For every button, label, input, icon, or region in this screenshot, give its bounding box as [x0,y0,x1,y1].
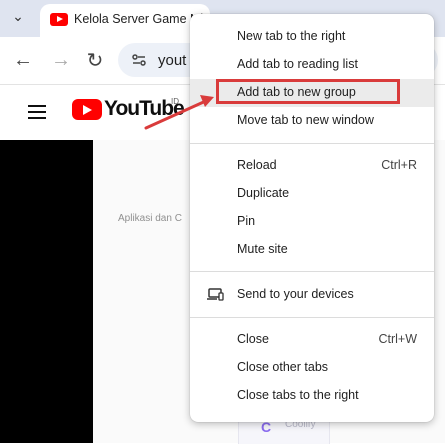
menu-item-add-reading-list[interactable]: Add tab to reading list [190,51,434,79]
back-arrow-icon[interactable]: ← [12,49,34,71]
video-panel [0,140,93,443]
menu-item-close-other-tabs[interactable]: Close other tabs [190,354,434,382]
address-text: yout [158,52,187,69]
menu-item-shortcut: Ctrl+R [381,158,417,172]
menu-item-label: Reload [237,158,277,172]
menu-item-label: Close tabs to the right [237,388,359,402]
menu-separator [190,317,434,318]
menu-item-label: Mute site [237,242,288,256]
menu-item-label: Pin [237,214,256,228]
devices-icon [207,288,224,301]
tab-title: Kelola Server Game Minecraft [74,12,209,26]
menu-item-label: Move tab to new window [237,113,374,127]
menu-item-reload[interactable]: Reload Ctrl+R [190,152,434,180]
tab-search-icon[interactable]: ⌄ [8,6,28,26]
tab-context-menu: New tab to the right Add tab to reading … [190,14,434,422]
youtube-favicon-icon [50,13,68,26]
menu-separator [190,271,434,272]
menu-item-close-tabs-right[interactable]: Close tabs to the right [190,382,434,410]
menu-separator [190,143,434,144]
active-tab[interactable]: Kelola Server Game Minecraft [40,4,210,37]
youtube-logo-icon[interactable] [72,99,102,120]
menu-item-label: Close [237,332,269,346]
menu-item-label: Add tab to reading list [237,57,358,71]
menu-item-duplicate[interactable]: Duplicate [190,180,434,208]
menu-item-label: Send to your devices [237,287,354,301]
menu-icon[interactable] [28,105,46,119]
menu-item-label: New tab to the right [237,29,346,43]
menu-item-shortcut: Ctrl+W [378,332,417,346]
highlight-box [216,79,400,104]
menu-item-label: Close other tabs [237,360,329,374]
menu-item-mute-site[interactable]: Mute site [190,236,434,264]
site-info-icon[interactable] [130,51,148,69]
menu-item-close[interactable]: Close Ctrl+W [190,326,434,354]
menu-item-label: Duplicate [237,186,290,200]
section-label: Aplikasi dan C [118,213,182,224]
menu-item-move-new-window[interactable]: Move tab to new window [190,107,434,135]
forward-arrow-icon[interactable]: → [50,49,72,71]
menu-item-pin[interactable]: Pin [190,208,434,236]
country-code: ID [171,97,179,106]
reload-icon[interactable]: ↻ [84,49,106,72]
menu-item-new-tab-right[interactable]: New tab to the right [190,23,434,51]
menu-item-send-devices[interactable]: Send to your devices [190,281,434,309]
